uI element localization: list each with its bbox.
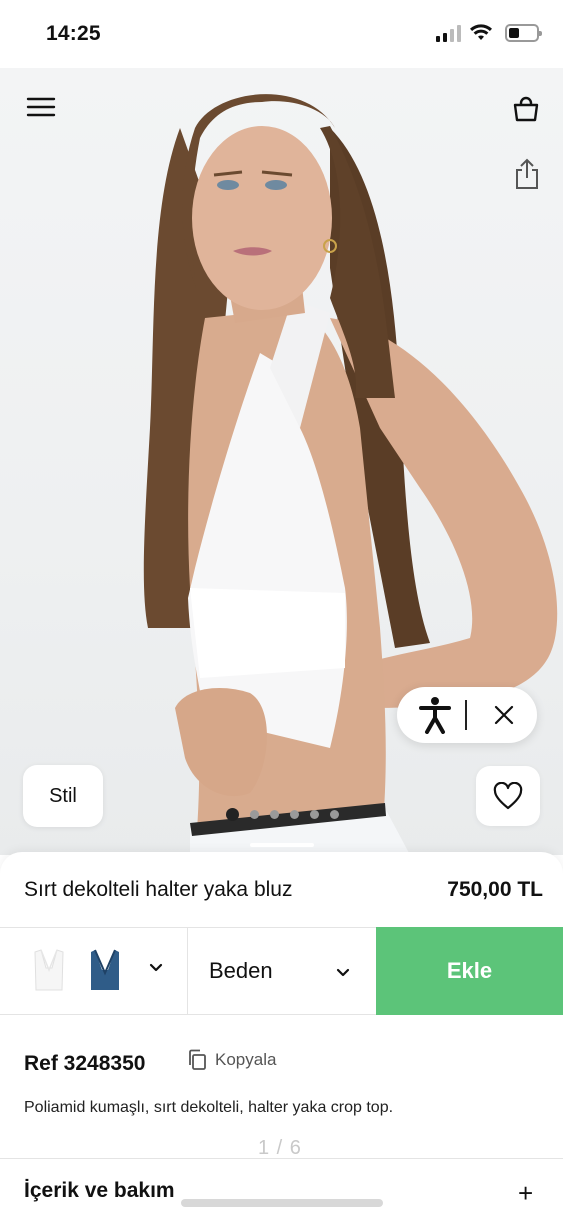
share-button[interactable] — [510, 155, 544, 193]
gallery-dot[interactable] — [270, 810, 279, 819]
care-section-title[interactable]: İçerik ve bakım — [24, 1179, 175, 1203]
color-swatch-blue[interactable] — [88, 948, 122, 992]
sheet-grabber[interactable] — [250, 843, 314, 847]
color-swatch-white[interactable] — [32, 948, 66, 992]
copy-label: Kopyala — [215, 1050, 277, 1069]
favorite-button[interactable] — [476, 766, 540, 826]
section-divider — [0, 1158, 563, 1159]
gallery-dot[interactable] — [310, 810, 319, 819]
status-bar: 14:25 — [0, 0, 563, 68]
cellular-signal-icon — [436, 24, 461, 42]
gallery-page-indicator: 1 / 6 — [258, 1137, 302, 1159]
gallery-pagination — [226, 808, 339, 821]
add-to-cart-button[interactable]: Ekle — [376, 927, 563, 1015]
menu-icon — [26, 97, 56, 117]
shopping-bag-icon — [513, 96, 539, 122]
chevron-down-icon[interactable] — [148, 960, 164, 976]
battery-icon — [505, 24, 542, 42]
accessibility-button[interactable] — [411, 691, 459, 739]
plus-icon[interactable]: + — [518, 1178, 533, 1209]
gallery-dot[interactable] — [250, 810, 259, 819]
home-indicator[interactable] — [181, 1199, 383, 1207]
gallery-dot[interactable] — [330, 810, 339, 819]
share-icon — [516, 158, 538, 189]
product-price: 750,00 TL — [447, 878, 543, 901]
shopping-bag-button[interactable] — [508, 92, 544, 126]
status-time: 14:25 — [46, 22, 101, 45]
size-label: Beden — [209, 958, 273, 983]
menu-button[interactable] — [22, 92, 60, 122]
gallery-dot[interactable] — [290, 810, 299, 819]
product-detail-sheet — [0, 852, 563, 1219]
product-title: Sırt dekolteli halter yaka bluz — [24, 878, 293, 901]
accessibility-widget — [397, 687, 537, 743]
stil-button[interactable]: Stil — [23, 765, 103, 827]
wifi-icon — [470, 24, 492, 40]
status-icons — [436, 24, 542, 42]
chevron-down-icon — [336, 968, 350, 977]
heart-icon — [493, 782, 523, 810]
accessibility-person-icon — [419, 697, 451, 734]
close-icon — [494, 705, 514, 725]
accessibility-close-button[interactable] — [481, 692, 527, 738]
copy-icon — [189, 1049, 206, 1070]
copy-reference-button[interactable]: Kopyala — [187, 1049, 276, 1071]
accessibility-divider — [465, 700, 467, 730]
product-reference: Ref 3248350 — [24, 1052, 146, 1075]
product-description: Poliamid kumaşlı, sırt dekolteli, halter… — [24, 1099, 394, 1116]
gallery-dot[interactable] — [226, 808, 239, 821]
